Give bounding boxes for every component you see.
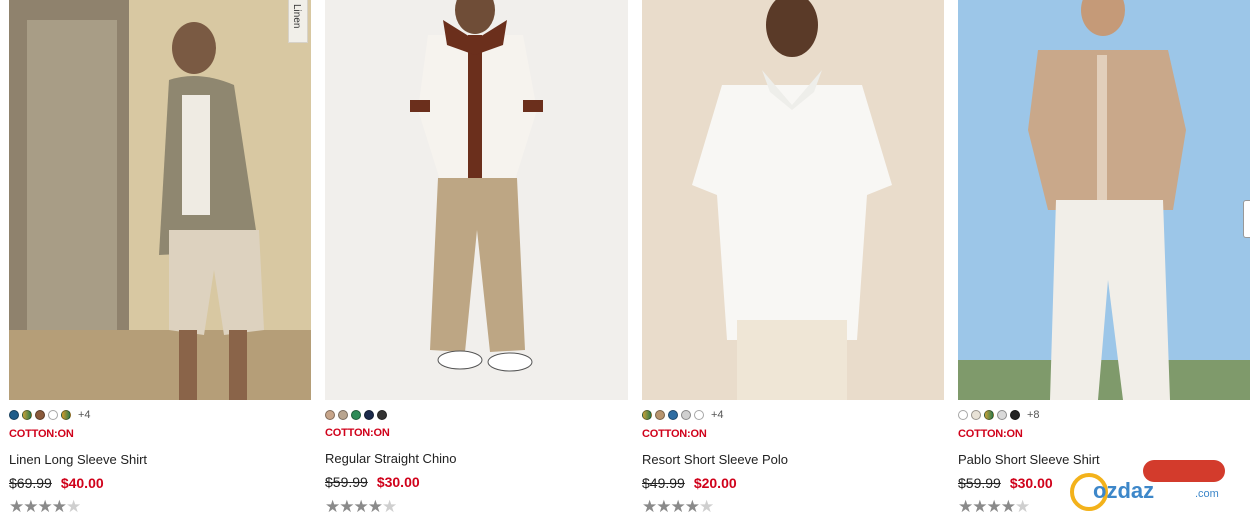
color-swatch[interactable] — [958, 410, 968, 420]
brand-label: COTTON:ON — [9, 428, 74, 440]
star-icon: ★ — [656, 497, 671, 516]
color-swatch[interactable] — [642, 410, 652, 420]
color-swatch[interactable] — [997, 410, 1007, 420]
color-swatch[interactable] — [971, 410, 981, 420]
star-icon: ★ — [972, 497, 987, 516]
star-icon: ★ — [51, 497, 67, 516]
color-swatches: +4 — [642, 409, 724, 421]
linen-tag: Linen — [288, 0, 308, 43]
price: $59.99 $30.00 — [958, 475, 1053, 491]
product-image-polo[interactable] — [642, 0, 944, 400]
more-colors-count[interactable]: +4 — [78, 409, 91, 421]
watermark-suffix: .com — [1195, 488, 1219, 500]
color-swatch[interactable] — [61, 410, 71, 420]
product-card[interactable]: +4 COTTON:ON Resort Short Sleeve Polo $4… — [642, 0, 944, 518]
color-swatch[interactable] — [655, 410, 665, 420]
sale-price: $40.00 — [60, 475, 104, 491]
half-star-icon: ★ — [66, 497, 81, 516]
color-swatch[interactable] — [35, 410, 45, 420]
brand-label: COTTON:ON — [958, 428, 1023, 440]
star-icon: ★ — [23, 497, 38, 516]
color-swatch[interactable] — [364, 410, 374, 420]
sale-price: $30.00 — [1009, 475, 1053, 491]
side-scroll-handle[interactable] — [1243, 200, 1250, 238]
star-empty-icon: ★ — [1015, 497, 1030, 516]
star-icon: ★ — [367, 497, 383, 516]
color-swatches — [325, 409, 387, 421]
price: $59.99 $30.00 — [325, 474, 420, 490]
star-icon: ★ — [353, 497, 369, 516]
product-image-chino[interactable] — [325, 0, 628, 400]
color-swatch[interactable] — [22, 410, 32, 420]
price: $69.99 $40.00 — [9, 475, 104, 491]
color-swatch[interactable] — [48, 410, 58, 420]
color-swatch[interactable] — [325, 410, 335, 420]
sale-price: $30.00 — [376, 474, 420, 490]
star-icon: ★ — [670, 497, 686, 516]
sale-price: $20.00 — [693, 475, 737, 491]
star-icon: ★ — [9, 497, 24, 516]
star-icon: ★ — [642, 497, 657, 516]
product-grid: Linen +4 COTTON:ON Linen Long Sleeve Shi… — [0, 0, 1250, 518]
product-image-pablo-shirt[interactable] — [958, 0, 1250, 400]
star-icon: ★ — [339, 497, 354, 516]
original-price: $49.99 — [642, 475, 685, 491]
brand-label: COTTON:ON — [642, 428, 707, 440]
star-icon: ★ — [958, 497, 973, 516]
star-icon: ★ — [37, 497, 53, 516]
star-icon: ★ — [684, 497, 700, 516]
star-rating: ★★★★★ — [9, 497, 81, 516]
original-price: $69.99 — [9, 475, 52, 491]
color-swatch[interactable] — [1010, 410, 1020, 420]
product-card[interactable]: COTTON:ON Regular Straight Chino $59.99 … — [325, 0, 628, 518]
star-icon: ★ — [1000, 497, 1016, 516]
brand-label: COTTON:ON — [325, 427, 390, 439]
more-colors-count[interactable]: +4 — [711, 409, 724, 421]
star-rating: ★★★★★ — [325, 497, 397, 516]
star-icon: ★ — [325, 497, 340, 516]
color-swatch[interactable] — [668, 410, 678, 420]
product-image-linen-shirt[interactable]: Linen — [9, 0, 311, 400]
product-name[interactable]: Linen Long Sleeve Shirt — [9, 452, 147, 467]
product-card[interactable]: Linen +4 COTTON:ON Linen Long Sleeve Shi… — [9, 0, 311, 518]
linen-tag-label: Linen — [291, 4, 302, 29]
color-swatch[interactable] — [377, 410, 387, 420]
watermark-text: ozdaz — [1093, 478, 1155, 503]
color-swatches: +4 — [9, 409, 91, 421]
color-swatches: +8 — [958, 409, 1040, 421]
color-swatch[interactable] — [338, 410, 348, 420]
half-star-icon: ★ — [382, 497, 397, 516]
star-rating: ★★★★★ — [958, 497, 1030, 516]
product-card[interactable]: +8 COTTON:ON Pablo Short Sleeve Shirt $5… — [958, 0, 1250, 518]
color-swatch[interactable] — [351, 410, 361, 420]
star-empty-icon: ★ — [699, 497, 714, 516]
color-swatch[interactable] — [984, 410, 994, 420]
color-swatch[interactable] — [694, 410, 704, 420]
product-name[interactable]: Regular Straight Chino — [325, 451, 457, 466]
color-swatch[interactable] — [9, 410, 19, 420]
color-swatch[interactable] — [681, 410, 691, 420]
original-price: $59.99 — [958, 475, 1001, 491]
star-icon: ★ — [986, 497, 1002, 516]
watermark-badge — [1143, 460, 1225, 482]
more-colors-count[interactable]: +8 — [1027, 409, 1040, 421]
watermark-logo: ozdaz .com — [1063, 456, 1250, 518]
star-rating: ★★★★★ — [642, 497, 714, 516]
product-name[interactable]: Resort Short Sleeve Polo — [642, 452, 788, 467]
price: $49.99 $20.00 — [642, 475, 737, 491]
original-price: $59.99 — [325, 474, 368, 490]
